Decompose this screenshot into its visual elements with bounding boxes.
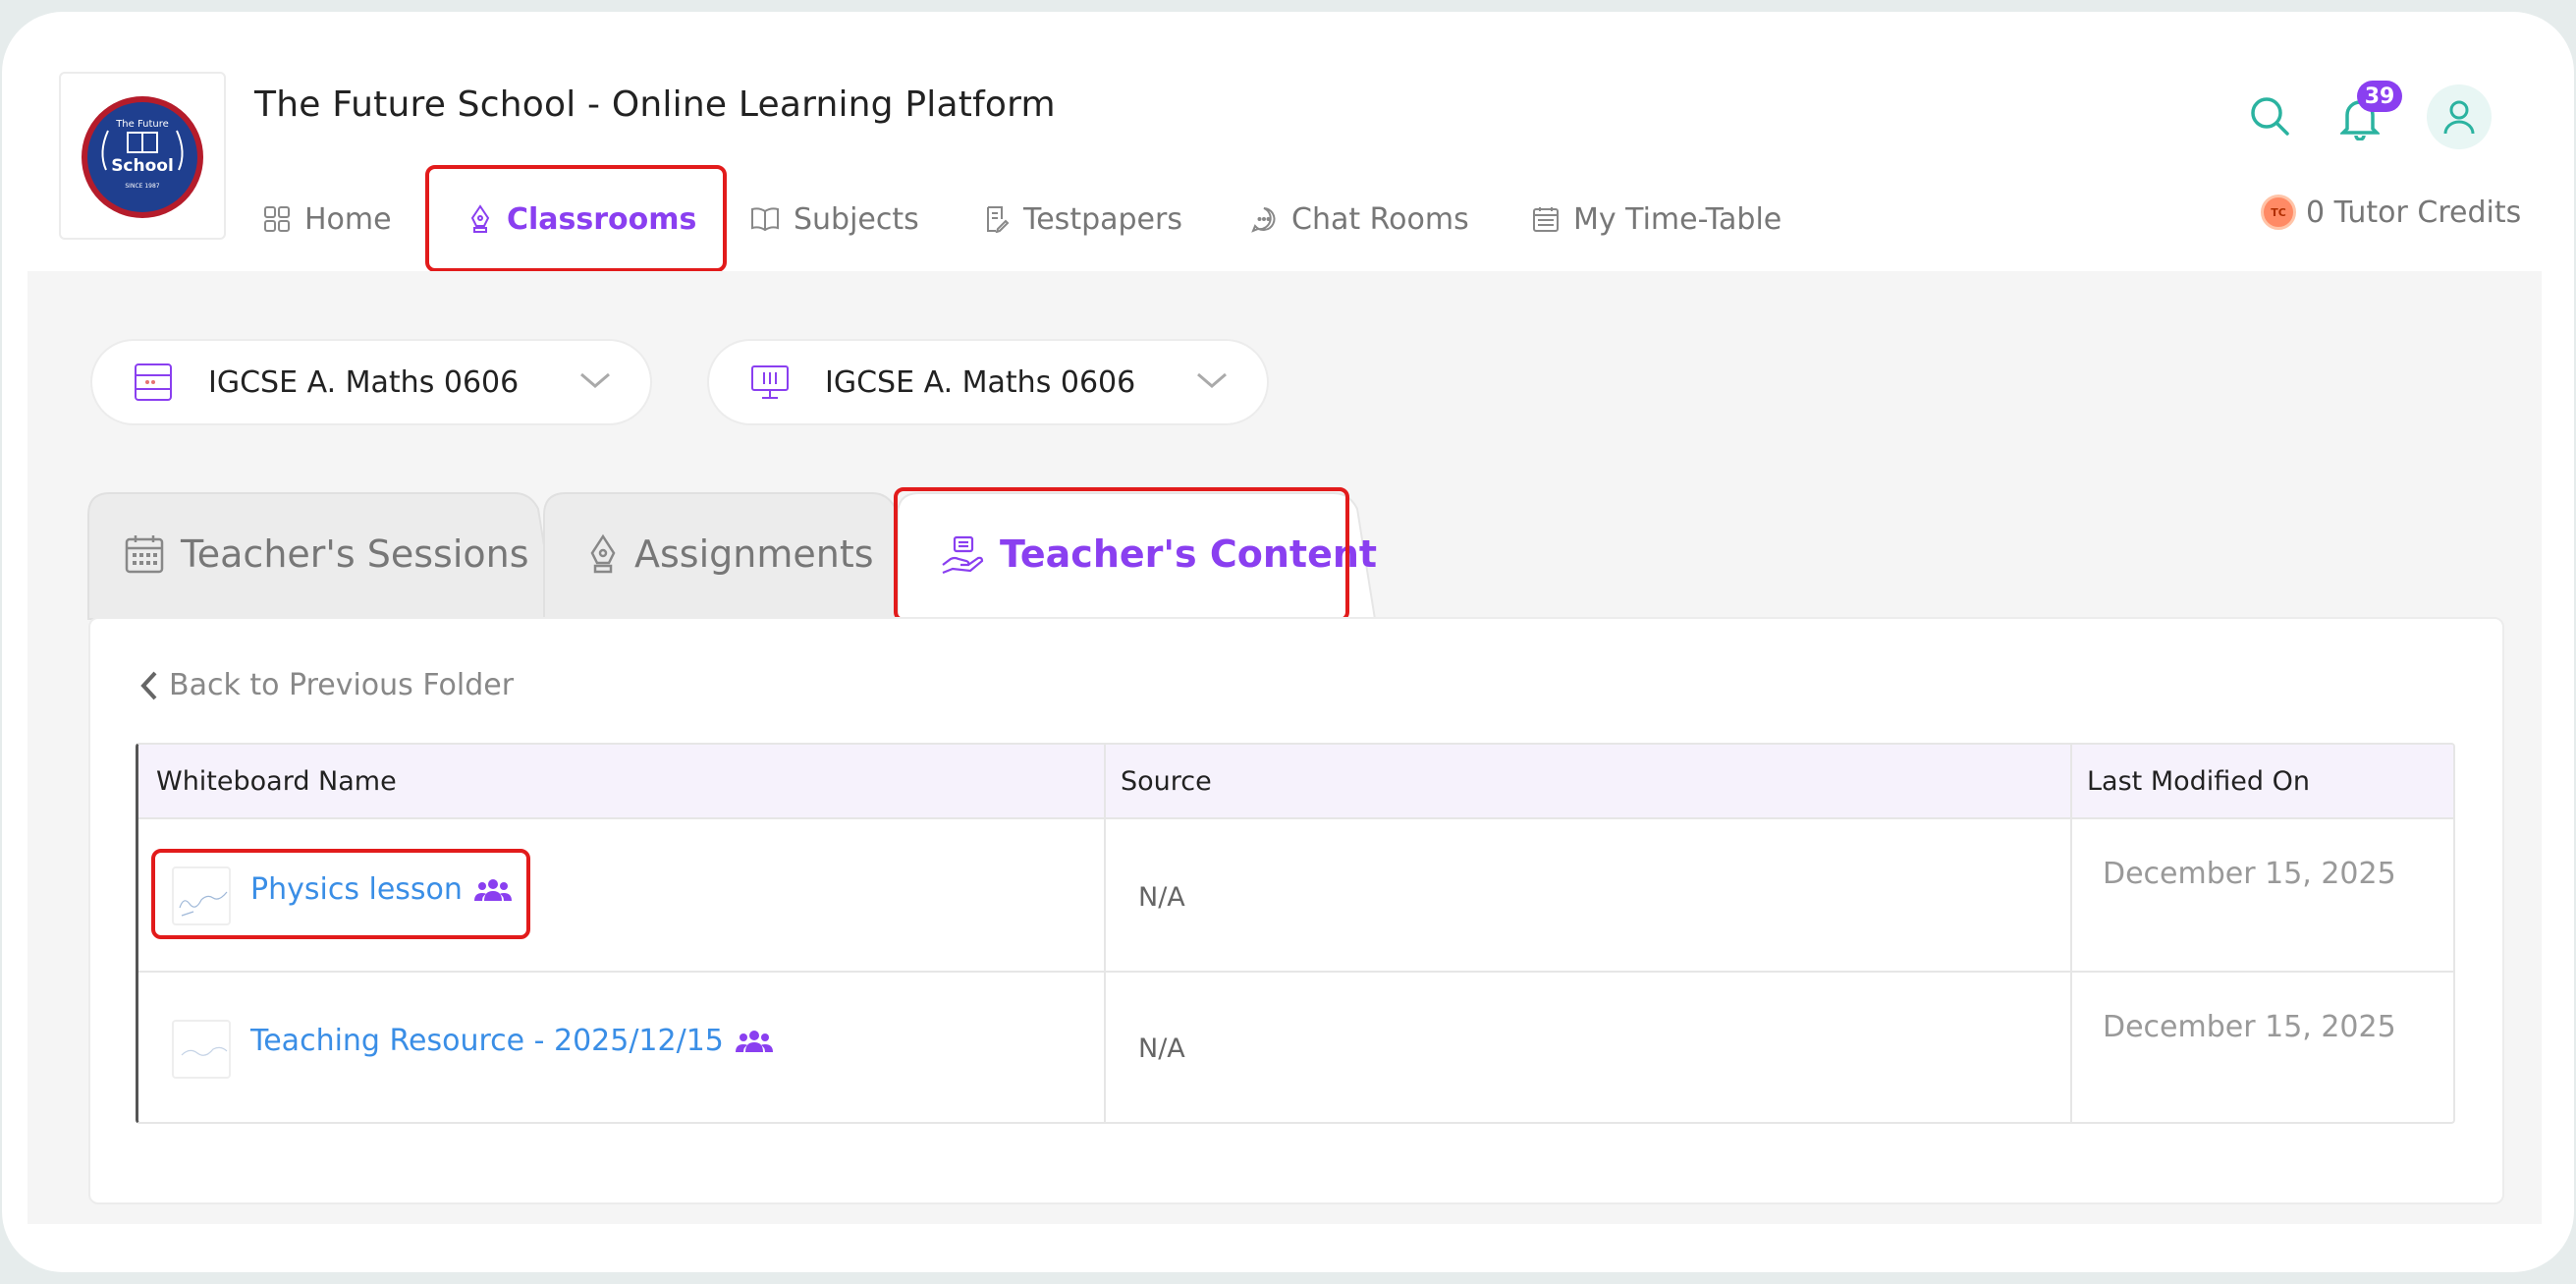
book-icon: [751, 207, 779, 232]
calendar-icon: [1533, 207, 1559, 232]
column-header-source[interactable]: Source: [1121, 745, 1212, 817]
shared-users-icon: [735, 1030, 773, 1052]
shared-users-icon: [473, 878, 512, 901]
tab-assignments[interactable]: Assignments: [587, 491, 874, 617]
svg-text:SINCE 1987: SINCE 1987: [125, 183, 159, 190]
svg-text:The Future: The Future: [115, 119, 169, 130]
hand-share-icon: [942, 535, 984, 575]
coin-icon: TC: [2261, 195, 2296, 230]
school-logo[interactable]: The Future School SINCE 1987: [59, 72, 226, 240]
back-to-previous-folder-link[interactable]: Back to Previous Folder: [139, 668, 514, 702]
nav-timetable[interactable]: My Time-Table: [1532, 190, 1781, 249]
class-select-value: IGCSE A. Maths 0606: [825, 364, 1136, 400]
top-header: The Future School SINCE 1987 The Future …: [27, 37, 2542, 271]
notification-count-badge: 39: [2357, 81, 2402, 112]
nav-classrooms[interactable]: Classrooms: [467, 190, 696, 249]
whiteboard-name: Teaching Resource - 2025/12/15: [250, 1024, 724, 1058]
tab-teachers-sessions-label: Teacher's Sessions: [181, 532, 529, 576]
calendar-icon: [125, 535, 164, 574]
abacus-icon: [135, 363, 172, 401]
whiteboard-link[interactable]: Physics lesson: [250, 872, 512, 907]
chevron-down-icon: [580, 372, 610, 388]
nav-subjects[interactable]: Subjects: [750, 190, 919, 249]
nav-subjects-label: Subjects: [794, 201, 919, 237]
whiteboard-table: Whiteboard Name Source Last Modified On …: [136, 743, 2455, 1124]
search-icon: [2251, 97, 2289, 136]
modified-date: December 15, 2025: [2103, 857, 2396, 891]
nav-chat-rooms[interactable]: Chat Rooms: [1250, 190, 1469, 249]
user-icon: [2443, 100, 2475, 135]
nav-timetable-label: My Time-Table: [1573, 201, 1782, 237]
column-header-last-modified[interactable]: Last Modified On: [2087, 745, 2310, 817]
grid-icon: [264, 206, 290, 232]
user-avatar[interactable]: [2427, 84, 2492, 149]
table-row[interactable]: Physics lesson N/A December 15, 2025: [138, 817, 2453, 971]
whiteboard-thumbnail[interactable]: [172, 1020, 231, 1079]
chevron-down-icon: [1197, 372, 1227, 388]
search-button[interactable]: [2242, 88, 2297, 143]
whiteboard-name: Physics lesson: [250, 872, 463, 907]
column-header-whiteboard-name[interactable]: Whiteboard Name: [156, 745, 397, 817]
source-value: N/A: [1138, 882, 1185, 913]
whiteboard-link[interactable]: Teaching Resource - 2025/12/15: [250, 1024, 773, 1058]
table-row[interactable]: Teaching Resource - 2025/12/15 N/A Decem…: [138, 971, 2453, 1122]
whiteboard-thumbnail[interactable]: [172, 866, 231, 925]
svg-text:School: School: [111, 156, 174, 176]
tab-assignments-label: Assignments: [634, 532, 874, 576]
presentation-board-icon: [751, 365, 789, 399]
tab-teachers-content-label: Teacher's Content: [1000, 532, 1378, 576]
nav-testpapers-label: Testpapers: [1023, 201, 1182, 237]
nav-chat-rooms-label: Chat Rooms: [1291, 201, 1469, 237]
chat-icon: [1251, 207, 1276, 233]
subject-select[interactable]: IGCSE A. Maths 0606: [90, 339, 652, 425]
edit-doc-icon: [987, 206, 1010, 233]
nav-home[interactable]: Home: [263, 190, 392, 249]
back-link-label: Back to Previous Folder: [169, 668, 515, 702]
modified-date: December 15, 2025: [2103, 1010, 2396, 1044]
source-value: N/A: [1138, 1033, 1185, 1064]
chevron-left-icon: [140, 671, 157, 699]
tab-teachers-content[interactable]: Teacher's Content: [941, 491, 1377, 617]
pen-nib-icon: [590, 533, 616, 574]
tutor-credits-label: 0 Tutor Credits: [2306, 195, 2522, 230]
pen-nib-icon: [470, 204, 490, 233]
tutor-credits[interactable]: TC 0 Tutor Credits: [2261, 195, 2521, 230]
table-header: Whiteboard Name Source Last Modified On: [138, 745, 2453, 817]
nav-home-label: Home: [304, 201, 392, 237]
nav-testpapers[interactable]: Testpapers: [984, 190, 1182, 249]
subject-select-value: IGCSE A. Maths 0606: [208, 364, 520, 400]
nav-classrooms-label: Classrooms: [507, 201, 697, 237]
tab-teachers-sessions[interactable]: Teacher's Sessions: [124, 491, 529, 617]
class-select[interactable]: IGCSE A. Maths 0606: [707, 339, 1269, 425]
app-title: The Future School - Online Learning Plat…: [254, 84, 1056, 125]
